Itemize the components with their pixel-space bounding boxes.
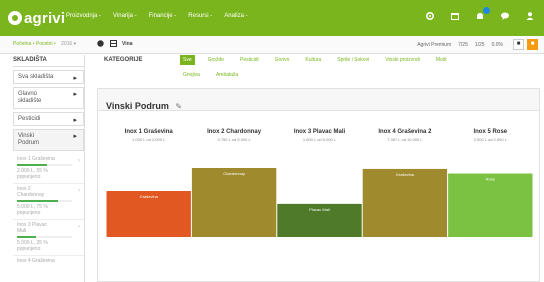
top-navbar: agrivi Proizvodnja - Vinarija - Financij… xyxy=(0,0,544,36)
sidebar-item-pesticides[interactable]: Pesticidi ▸ xyxy=(13,112,84,126)
chevron-right-icon: ▸ xyxy=(73,133,77,140)
gear-icon[interactable] xyxy=(424,11,436,24)
sidebar-item-label: Vinski Podrum xyxy=(18,133,40,146)
sidebar-item-label: Sva skladišta xyxy=(18,74,54,80)
alert-button[interactable]: ■ xyxy=(527,39,538,50)
warehouse-panel: Vinski Podrum ✎ Inox 1 Graševina 1.000 L … xyxy=(97,88,540,282)
chevron-right-icon: ▸ xyxy=(73,75,77,82)
tank-name: Inox 3 Plavac Mali xyxy=(17,222,48,234)
sidebar-item-label: Glavno skladište xyxy=(18,91,42,104)
tank-label: Inox 3 Plavac Mali xyxy=(294,129,346,135)
sidebar-item-label: Pesticidi xyxy=(18,116,41,122)
category-tab-grapes[interactable]: Grožđe xyxy=(205,55,227,65)
chevron-right-icon: › xyxy=(78,224,80,230)
storage-usage: 0.0% xyxy=(491,41,503,48)
tank-list-item[interactable]: Inox 3 Plavac Mali 5.000 L, 35 % popunje… xyxy=(13,220,84,256)
category-tab-packaging[interactable]: Ambalaža xyxy=(213,70,241,80)
sidebar-item-wine-cellar[interactable]: Vinski Podrum ▸ xyxy=(13,129,84,151)
category-tab-sprays[interactable]: Sprite i Sokovi xyxy=(334,55,372,65)
bell-icon[interactable] xyxy=(474,7,490,24)
tank-name: Inox 1 Graševina xyxy=(17,156,55,162)
bar-data-label: Rose xyxy=(486,177,496,182)
nav-analiza[interactable]: Analiza - xyxy=(224,13,247,19)
chevron-right-icon: › xyxy=(78,158,80,164)
logo-text: agrivi xyxy=(24,9,66,27)
tank-sub: popunjeno xyxy=(17,246,41,252)
chat-icon[interactable] xyxy=(499,11,511,24)
logo-mark-icon xyxy=(8,11,22,25)
sidebar-title: SKLADIŠTA xyxy=(13,55,84,67)
category-tabs: Sve Grožđe Pesticidi Gorivo Kultura Spri… xyxy=(180,55,460,65)
print-button[interactable]: ■ xyxy=(513,39,524,50)
category-tab-wine-products[interactable]: Vinski proizvodi xyxy=(382,55,423,65)
main-menu: Proizvodnja - Vinarija - Financije - Res… xyxy=(66,13,260,19)
nav-proizvodnja[interactable]: Proizvodnja - xyxy=(66,13,101,19)
nav-resursi[interactable]: Resursi - xyxy=(188,13,212,19)
category-tabs-row2: Gnojiva Ambalaža xyxy=(180,70,251,80)
tank-volume-label: 7.387 L od 10.000 L xyxy=(387,137,423,142)
tank-name: Inox 2 Chardonnay xyxy=(17,186,45,198)
nav-icons xyxy=(411,7,536,24)
tank-sub: popunjeno xyxy=(17,210,41,216)
tank-list-item[interactable]: Inox 4 Graševina xyxy=(13,256,84,267)
nav-financije[interactable]: Financije - xyxy=(149,13,177,19)
category-tab-must[interactable]: Mošt xyxy=(433,55,450,65)
tank-volume-label: 3.750 L od 5.000 L xyxy=(217,137,251,142)
tank-fill-bar xyxy=(17,164,72,166)
help-icon[interactable] xyxy=(97,40,104,49)
tank-sub: popunjeno xyxy=(17,174,41,180)
agrivi-logo[interactable]: agrivi xyxy=(8,9,65,27)
category-tab-pesticides[interactable]: Pesticidi xyxy=(237,55,262,65)
tank-fill xyxy=(17,200,59,202)
bar-data-label: Graševina xyxy=(140,194,159,199)
users-count: 1/25 xyxy=(474,41,485,48)
tank-bar[interactable] xyxy=(448,173,533,237)
category-tab-fuel[interactable]: Gorivo xyxy=(272,55,293,65)
calendar-icon[interactable] xyxy=(449,11,461,24)
tank-bar[interactable] xyxy=(362,168,448,237)
tank-label: Inox 4 Graševina 2 xyxy=(378,129,432,135)
tank-label: Inox 5 Rose xyxy=(473,129,507,135)
bar-data-label: Graševina xyxy=(396,172,415,177)
tank-list-item[interactable]: Inox 1 Graševina 2.000 L, 55 % popunjeno… xyxy=(13,154,84,184)
notification-badge xyxy=(483,7,490,14)
breadcrumb[interactable]: Početna • Pocetni • 2016 ▾ xyxy=(13,41,76,47)
toolbar-stats: Agrivi Premium 7/25 1/25 0.0% ■ ■ xyxy=(417,39,538,50)
chevron-right-icon: › xyxy=(78,188,80,194)
tank-volume-label: 1.800 L od 5.000 L xyxy=(303,137,337,142)
view-grid-icon[interactable] xyxy=(110,40,117,49)
tank-name: Inox 4 Graševina xyxy=(17,258,55,264)
tank-label: Inox 2 Chardonnay xyxy=(207,129,262,135)
category-tab-culture[interactable]: Kultura xyxy=(302,55,324,65)
category-tab-all[interactable]: Sve xyxy=(180,55,195,65)
tank-label: Inox 1 Graševina xyxy=(125,129,174,135)
chevron-right-icon: ▸ xyxy=(73,117,77,124)
categories-label: KATEGORIJE xyxy=(104,57,143,63)
sidebar-item-all[interactable]: Sva skladišta ▸ xyxy=(13,70,84,84)
toolbar: Početna • Pocetni • 2016 ▾ Vina Agrivi P… xyxy=(0,36,544,54)
season-select[interactable]: 2016 ▾ xyxy=(61,41,76,47)
plan-label: Agrivi Premium xyxy=(417,41,452,48)
warehouse-sidebar: SKLADIŠTA Sva skladišta ▸ Glavno skladiš… xyxy=(13,55,85,282)
tank-bar[interactable] xyxy=(191,168,277,237)
tank-fill-chart: Inox 1 Graševina 1.000 L od 2.000 L Grašev… xyxy=(106,129,533,237)
user-icon[interactable] xyxy=(524,11,536,24)
view-label[interactable]: Vina xyxy=(122,41,132,47)
category-tab-fertilizers[interactable]: Gnojiva xyxy=(180,70,203,80)
tank-fill-bar xyxy=(17,236,72,238)
bar-data-label: Chardonnay xyxy=(223,171,245,176)
tank-volume-label: 1.000 L od 2.000 L xyxy=(132,137,166,142)
chevron-right-icon: ▸ xyxy=(73,91,77,98)
nav-vinarija[interactable]: Vinarija - xyxy=(113,13,137,19)
tank-list-item[interactable]: Inox 2 Chardonnay 5.000 L, 75 % popunjen… xyxy=(13,184,84,220)
tank-fill xyxy=(17,164,48,166)
tank-fill xyxy=(17,236,37,238)
tank-fill-bar xyxy=(17,200,72,202)
breadcrumb-path[interactable]: Početna • Pocetni • xyxy=(13,41,56,47)
tank-volume-label: 2.500 L od 2.900 L xyxy=(474,137,508,142)
sidebar-item-main[interactable]: Glavno skladište ▸ xyxy=(13,87,84,109)
parcels-count: 7/25 xyxy=(458,41,468,48)
bar-data-label: Plavac Mali xyxy=(309,207,330,212)
